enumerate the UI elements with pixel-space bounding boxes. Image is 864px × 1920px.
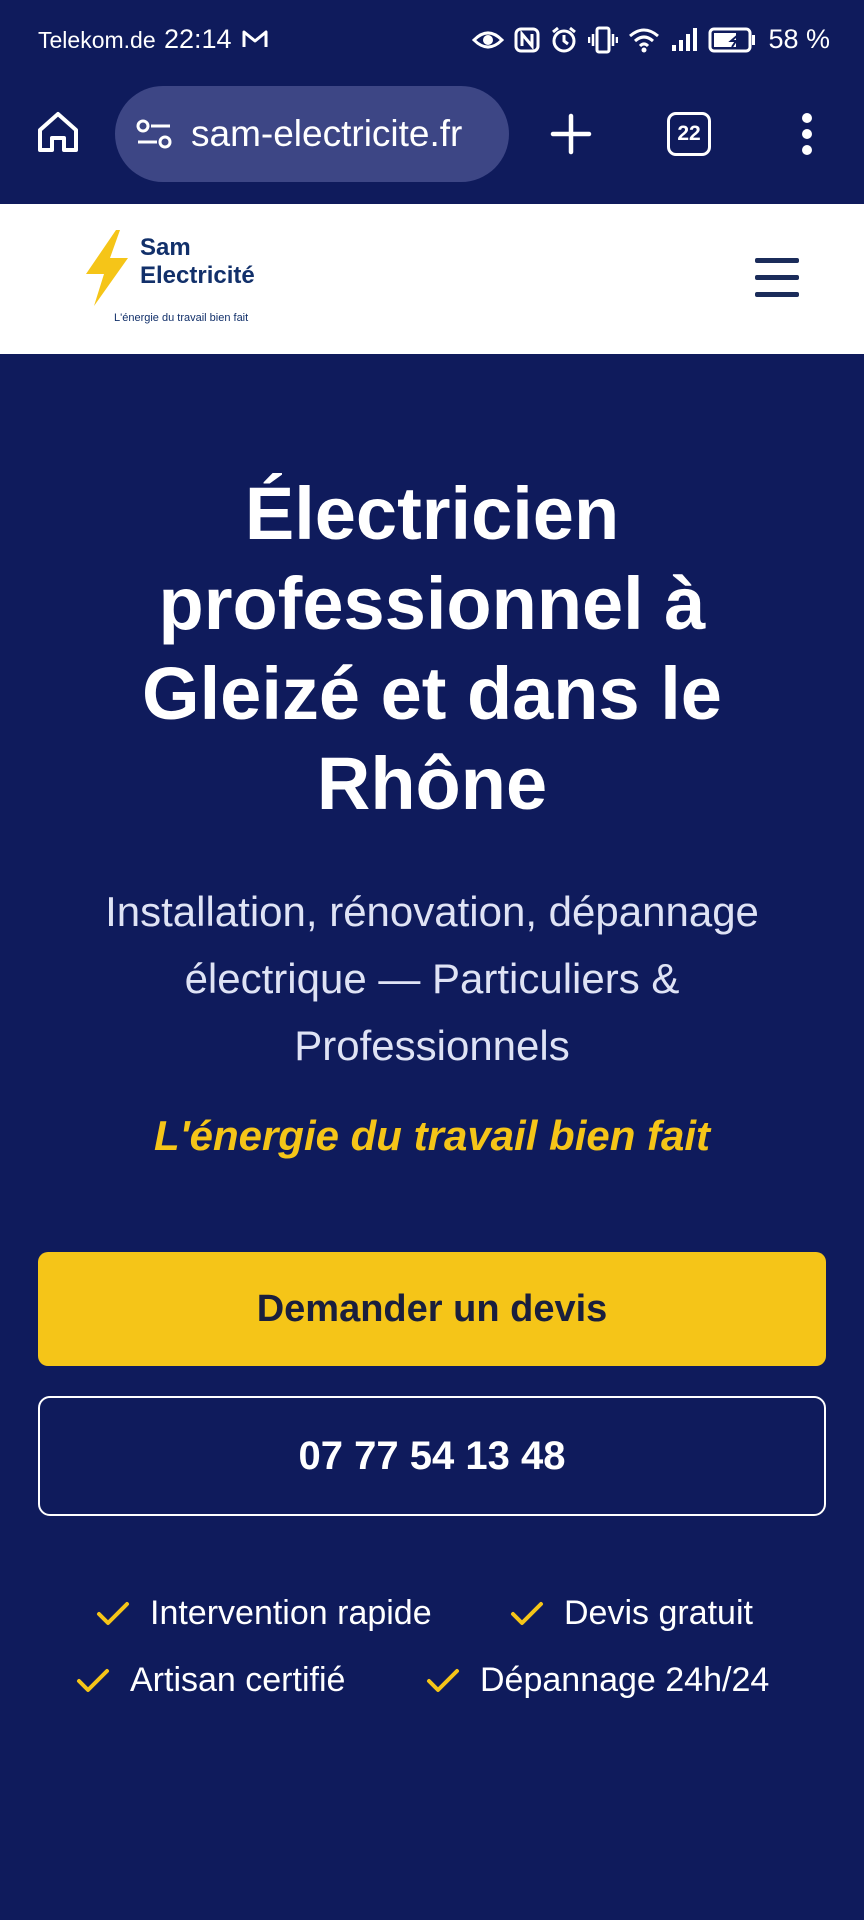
carrier-label: Telekom.de	[38, 27, 156, 53]
phone-button[interactable]: 07 77 54 13 48	[38, 1396, 826, 1516]
check-icon	[511, 1601, 543, 1625]
battery-icon	[708, 27, 756, 52]
feature-label: Devis gratuit	[564, 1594, 753, 1632]
mail-icon	[242, 30, 268, 47]
nfc-icon	[514, 27, 540, 52]
url-text[interactable]: sam-electricite.fr	[191, 113, 462, 155]
battery-percent: 58 %	[768, 24, 830, 54]
alarm-icon	[552, 26, 577, 52]
check-icon	[77, 1668, 109, 1692]
status-icons: 58 %	[472, 24, 830, 55]
eye-icon	[472, 31, 505, 48]
clock: 22:14	[164, 24, 232, 54]
feature-label: Dépannage 24h/24	[480, 1661, 770, 1699]
tabs-icon[interactable]: 22	[667, 112, 711, 156]
hero-subtitle: Installation, rénovation, dépannage élec…	[105, 888, 759, 1069]
feature-item: Intervention rapide	[96, 1594, 432, 1633]
status-bar: Telekom.de 22:14 58 %	[0, 0, 864, 82]
tab-count: 22	[677, 122, 701, 145]
feature-label: Intervention rapide	[150, 1594, 432, 1632]
check-icon	[427, 1668, 459, 1692]
plus-icon[interactable]	[547, 110, 595, 158]
feature-label: Artisan certifié	[130, 1661, 346, 1699]
url-bar[interactable]: sam-electricite.fr	[115, 86, 509, 182]
site-header: Sam Electricité L'énergie du travail bie…	[0, 204, 864, 354]
check-icon	[97, 1601, 129, 1625]
site-logo[interactable]: Sam Electricité L'énergie du travail bie…	[78, 222, 278, 334]
logo-text-line2: Electricité	[140, 262, 255, 289]
tune-icon[interactable]	[134, 114, 174, 154]
request-quote-button[interactable]: Demander un devis	[38, 1252, 826, 1366]
hero-title: Électricien professionnel à Gleizé et da…	[142, 472, 722, 825]
hero-section: Électricien professionnel à Gleizé et da…	[0, 354, 864, 1900]
feature-item: Dépannage 24h/24	[426, 1661, 769, 1700]
logo-text-line1: Sam	[140, 234, 191, 261]
feature-item: Devis gratuit	[510, 1594, 753, 1633]
hamburger-icon[interactable]	[755, 258, 799, 298]
hero-tagline: L'énergie du travail bien fait	[153, 1112, 711, 1159]
feature-item: Artisan certifié	[76, 1661, 345, 1700]
home-icon[interactable]	[34, 108, 82, 156]
vibrate-icon	[588, 26, 619, 53]
more-vert-icon[interactable]	[800, 112, 814, 156]
wifi-icon	[629, 28, 660, 52]
browser-toolbar: sam-electricite.fr 22	[0, 82, 864, 204]
logo-tagline: L'énergie du travail bien fait	[114, 312, 249, 324]
signal-icon	[672, 27, 698, 51]
bolt-icon	[86, 230, 128, 306]
